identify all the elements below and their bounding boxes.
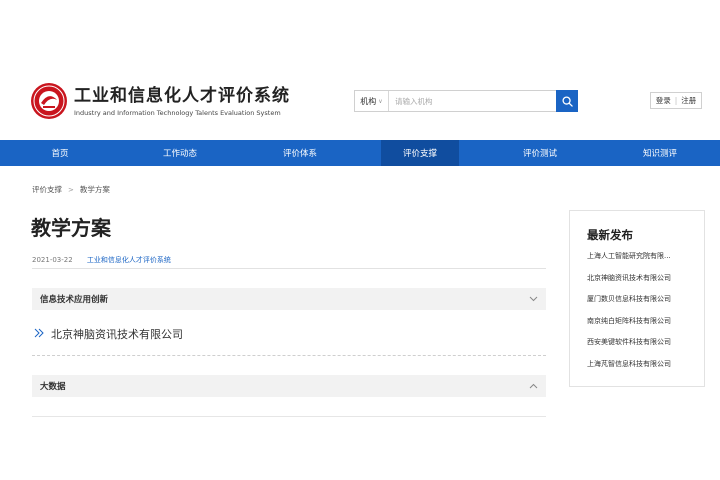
emblem-logo <box>30 82 68 120</box>
auth-links: 登录 | 注册 <box>650 92 702 109</box>
list-item[interactable]: 北京神脑资讯技术有限公司 <box>34 326 183 342</box>
latest-item[interactable]: 厦门数贝信息科技有限公司 <box>587 294 695 316</box>
search-category-select[interactable]: 机构 ∨ <box>355 91 389 111</box>
nav-item-test[interactable]: 评价测试 <box>480 140 600 166</box>
chevron-down-icon: ∨ <box>378 97 383 105</box>
latest-item[interactable]: 上海人工智能研究院有限... <box>587 251 695 273</box>
list-item-label: 北京神脑资讯技术有限公司 <box>51 328 183 341</box>
section-title: 信息技术应用创新 <box>40 295 109 305</box>
latest-item[interactable]: 南京纯白矩阵科技有限公司 <box>587 316 695 338</box>
latest-list: 上海人工智能研究院有限... 北京神脑资讯技术有限公司 厦门数贝信息科技有限公司… <box>587 251 695 380</box>
divider <box>32 268 546 269</box>
nav-item-news[interactable]: 工作动态 <box>120 140 240 166</box>
latest-panel: 最新发布 上海人工智能研究院有限... 北京神脑资讯技术有限公司 厦门数贝信息科… <box>569 210 705 387</box>
register-link[interactable]: 注册 <box>681 95 696 106</box>
nav-item-home[interactable]: 首页 <box>0 140 120 166</box>
latest-item[interactable]: 北京神脑资讯技术有限公司 <box>587 273 695 295</box>
site-subtitle: Industry and Information Technology Tale… <box>74 108 281 117</box>
article-meta: 2021-03-22 工业和信息化人才评价系统 <box>32 255 171 265</box>
chevron-right-icon: > <box>68 185 74 194</box>
auth-separator: | <box>674 96 678 105</box>
nav-item-system[interactable]: 评价体系 <box>240 140 360 166</box>
page-title: 教学方案 <box>31 216 111 240</box>
latest-item[interactable]: 西安美键软件科技有限公司 <box>587 337 695 359</box>
login-link[interactable]: 登录 <box>656 95 671 106</box>
double-chevron-right-icon <box>34 328 45 341</box>
search-category-label: 机构 <box>360 96 377 106</box>
section-header-xinchuang[interactable]: 信息技术应用创新 <box>32 288 546 310</box>
search-bar: 机构 ∨ <box>354 90 578 112</box>
section-header-bigdata[interactable]: 大数据 <box>32 375 546 397</box>
chevron-up-icon <box>529 382 538 391</box>
search-icon <box>561 95 573 107</box>
latest-title: 最新发布 <box>587 228 633 242</box>
site-logo[interactable]: 工业和信息化人才评价系统 Industry and Information Te… <box>30 82 290 120</box>
search-button[interactable] <box>556 90 578 112</box>
search-input[interactable] <box>389 91 556 111</box>
nav-item-knowledge[interactable]: 知识测评 <box>600 140 720 166</box>
nav-item-support[interactable]: 评价支撑 <box>381 140 459 166</box>
publish-date: 2021-03-22 <box>32 256 73 264</box>
dashed-divider <box>32 355 546 356</box>
divider <box>32 416 546 417</box>
chevron-down-icon <box>529 295 538 304</box>
section-title: 大数据 <box>40 382 66 392</box>
latest-item[interactable]: 上海芃智信息科技有限公司 <box>587 359 695 381</box>
article-source[interactable]: 工业和信息化人才评价系统 <box>87 256 171 264</box>
breadcrumb-item-support[interactable]: 评价支撑 <box>32 184 62 195</box>
main-nav: 首页 工作动态 评价体系 评价支撑 评价测试 知识测评 <box>0 140 720 166</box>
breadcrumb-item-current: 教学方案 <box>79 185 110 194</box>
breadcrumb: 评价支撑 > 教学方案 <box>32 184 110 195</box>
site-title: 工业和信息化人才评价系统 <box>74 85 290 106</box>
